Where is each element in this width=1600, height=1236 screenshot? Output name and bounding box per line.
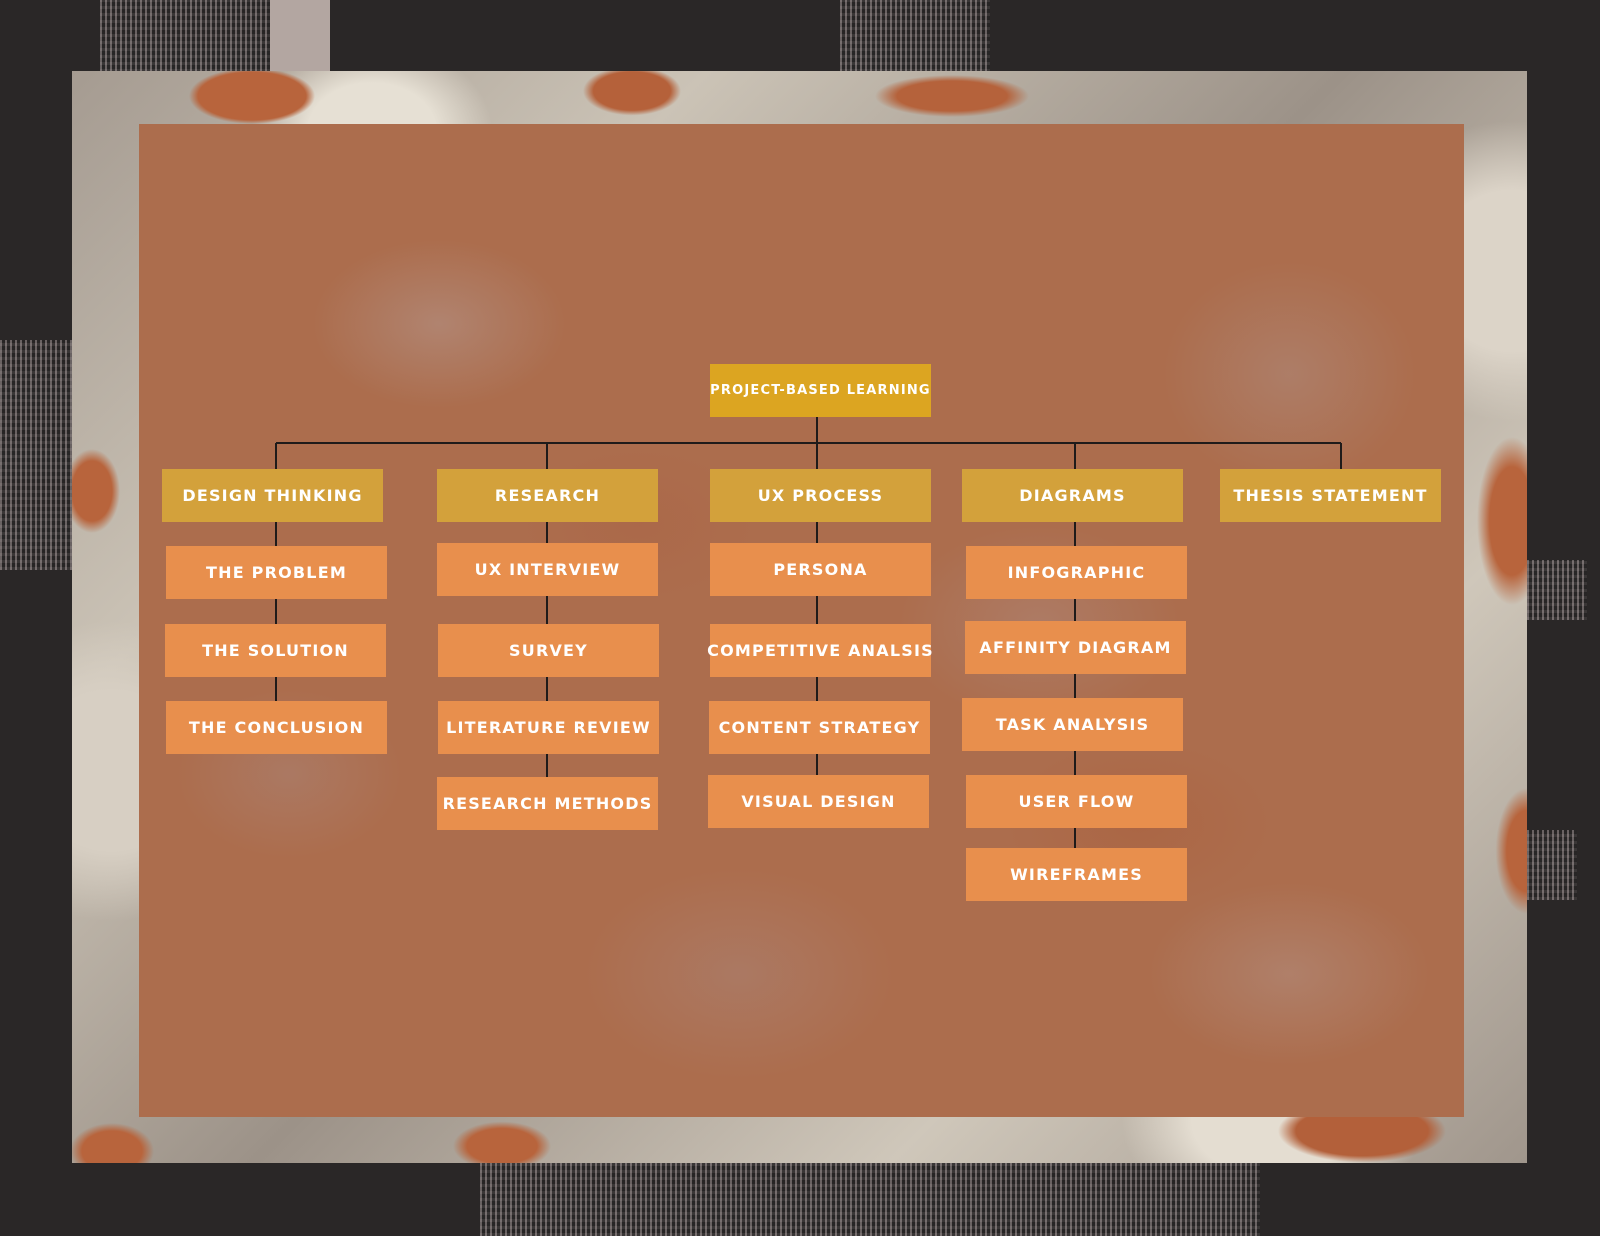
- diagram-panel: [139, 124, 1464, 1117]
- background-texture-strip: [480, 1163, 1260, 1236]
- item-competitive-analsis: COMPETITIVE ANALSIS: [707, 624, 933, 677]
- background-texture-strip: [1527, 560, 1587, 620]
- item-wireframes: WIREFRAMES: [966, 848, 1187, 901]
- category-ux-process: UX PROCESS: [710, 469, 931, 522]
- item-content-strategy: CONTENT STRATEGY: [709, 701, 930, 754]
- item-affinity-diagram: AFFINITY DIAGRAM: [965, 621, 1186, 674]
- root-node: PROJECT-BASED LEARNING: [710, 364, 931, 417]
- category-research: RESEARCH: [437, 469, 658, 522]
- background-texture-strip: [840, 0, 990, 72]
- item-user-flow: USER FLOW: [966, 775, 1187, 828]
- item-literature-review: LITERATURE REVIEW: [438, 701, 659, 754]
- item-survey: SURVEY: [438, 624, 659, 677]
- item-the-problem: THE PROBLEM: [166, 546, 387, 599]
- category-design-thinking: DESIGN THINKING: [162, 469, 383, 522]
- item-visual-design: VISUAL DESIGN: [708, 775, 929, 828]
- item-task-analysis: TASK ANALYSIS: [962, 698, 1183, 751]
- item-the-solution: THE SOLUTION: [165, 624, 386, 677]
- background-texture-strip: [1527, 830, 1577, 900]
- item-infographic: INFOGRAPHIC: [966, 546, 1187, 599]
- item-research-methods: RESEARCH METHODS: [437, 777, 658, 830]
- category-diagrams: DIAGRAMS: [962, 469, 1183, 522]
- item-ux-interview: UX INTERVIEW: [437, 543, 658, 596]
- item-persona: PERSONA: [710, 543, 931, 596]
- background-texture-block: [270, 0, 330, 72]
- item-the-conclusion: THE CONCLUSION: [166, 701, 387, 754]
- background-texture-strip: [0, 340, 72, 570]
- category-thesis-statement: THESIS STATEMENT: [1220, 469, 1441, 522]
